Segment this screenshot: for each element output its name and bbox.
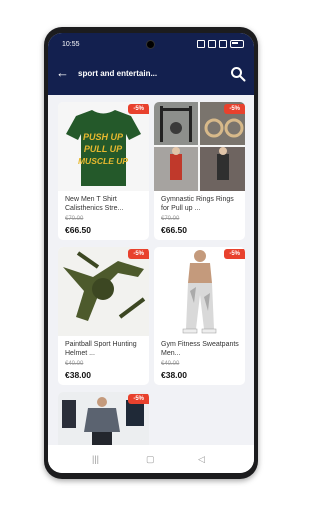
product-name: Gymnastic Rings Rings for Pull up ... bbox=[161, 196, 234, 212]
product-image bbox=[154, 102, 245, 191]
tshirt-text-3: MUSCLE UP bbox=[78, 156, 128, 166]
discount-badge: -5% bbox=[224, 104, 245, 114]
product-name: Gym Fitness Sweatpants Men... bbox=[161, 341, 239, 357]
status-time: 10:55 bbox=[62, 41, 80, 48]
status-icons bbox=[197, 40, 244, 48]
product-price: €38.00 bbox=[161, 370, 187, 380]
phone-frame: 10:55 ← sport and entertain... PUSH UP P… bbox=[44, 27, 258, 479]
back-arrow-icon[interactable]: ← bbox=[56, 65, 69, 80]
app-screen: 10:55 ← sport and entertain... PUSH UP P… bbox=[48, 33, 254, 473]
product-image: PUSH UP PULL UP MUSCLE UP bbox=[58, 102, 149, 191]
product-grid: PUSH UP PULL UP MUSCLE UP -5% New Men T … bbox=[48, 95, 254, 445]
product-image bbox=[154, 247, 245, 336]
page-title: sport and entertain... bbox=[78, 69, 158, 78]
wifi-icon bbox=[208, 40, 216, 48]
product-card[interactable]: -5% Paintball Sport Hunting Helmet ... €… bbox=[58, 247, 149, 385]
back-nav-icon[interactable]: ◁ bbox=[198, 454, 205, 465]
tshirt-text-2: PULL UP bbox=[84, 144, 123, 154]
product-card[interactable]: PUSH UP PULL UP MUSCLE UP -5% New Men T … bbox=[58, 102, 149, 240]
status-bar: 10:55 bbox=[48, 33, 254, 55]
home-icon[interactable]: ▢ bbox=[146, 454, 155, 465]
product-price: €38.00 bbox=[65, 370, 91, 380]
alarm-icon bbox=[197, 40, 205, 48]
old-price: €40.00 bbox=[161, 361, 180, 367]
product-card[interactable]: -5% bbox=[58, 392, 149, 445]
signal-icon bbox=[219, 40, 227, 48]
old-price: €40.00 bbox=[65, 361, 84, 367]
recent-apps-icon[interactable]: ||| bbox=[92, 454, 99, 464]
camera-hole bbox=[146, 40, 155, 49]
battery-icon bbox=[230, 40, 244, 48]
product-price: €66.50 bbox=[161, 225, 187, 235]
old-price: €70.00 bbox=[161, 216, 180, 222]
product-card[interactable]: -5% Gymnastic Rings Rings for Pull up ..… bbox=[154, 102, 245, 240]
discount-badge: -5% bbox=[224, 249, 245, 259]
app-bar: ← sport and entertain... bbox=[48, 63, 254, 87]
product-card[interactable]: -5% Gym Fitness Sweatpants Men... €40.00… bbox=[154, 247, 245, 385]
top-header: 10:55 ← sport and entertain... bbox=[48, 33, 254, 95]
discount-badge: -5% bbox=[128, 249, 149, 259]
product-image bbox=[58, 247, 149, 336]
old-price: €70.00 bbox=[65, 216, 84, 222]
product-name: New Men T Shirt Calisthenics Stre... bbox=[65, 196, 124, 212]
discount-badge: -5% bbox=[128, 394, 149, 404]
product-price: €66.50 bbox=[65, 225, 91, 235]
discount-badge: -5% bbox=[128, 104, 149, 114]
system-nav-bar: ||| ▢ ◁ bbox=[48, 445, 254, 473]
product-name: Paintball Sport Hunting Helmet ... bbox=[65, 341, 137, 357]
tshirt-text-1: PUSH UP bbox=[83, 132, 124, 142]
search-icon[interactable] bbox=[230, 66, 246, 82]
